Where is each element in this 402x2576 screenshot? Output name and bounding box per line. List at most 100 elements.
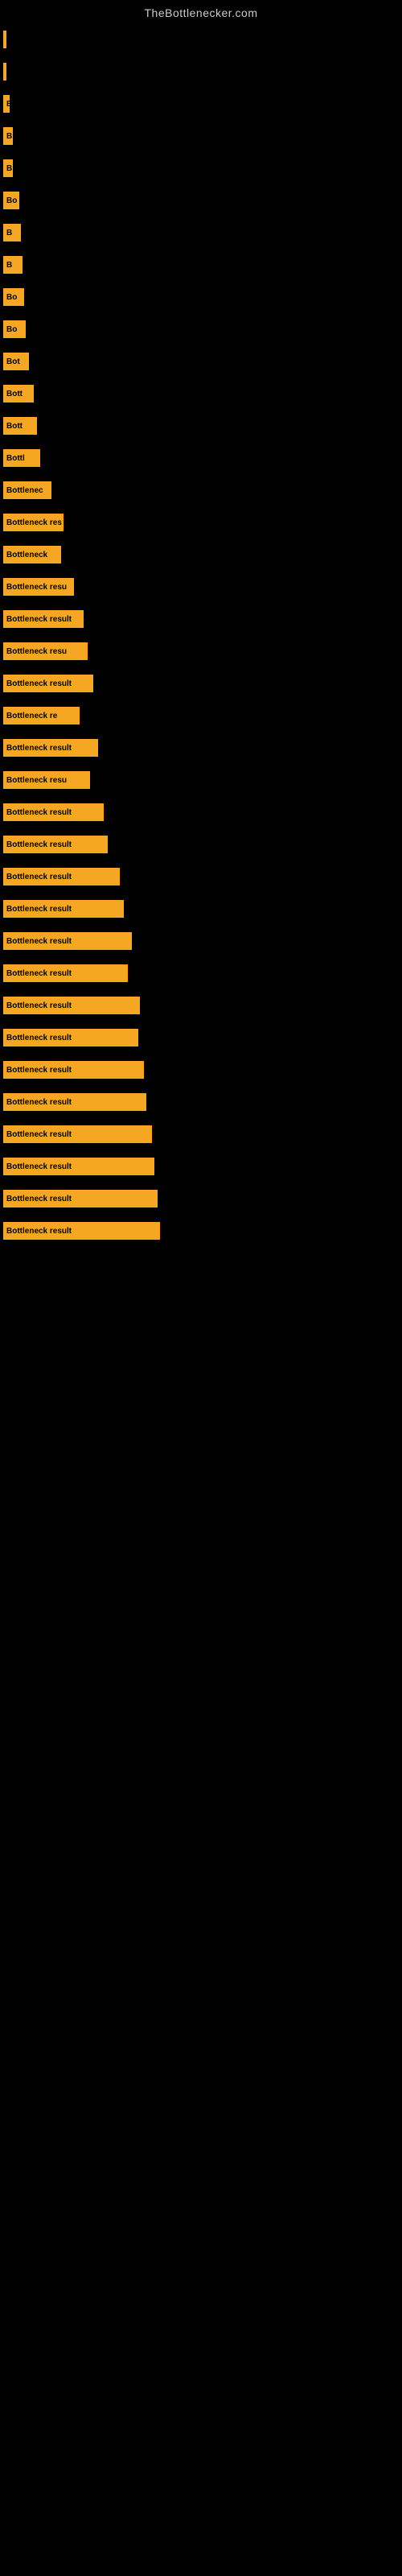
bar-row: Bottleneck result bbox=[0, 803, 402, 821]
bar: Bottleneck result bbox=[3, 1158, 154, 1175]
bar-row: Bottleneck result bbox=[0, 1222, 402, 1240]
bar-label: Bottlenec bbox=[6, 486, 43, 495]
bar bbox=[3, 31, 6, 48]
bar-label: B bbox=[6, 164, 12, 173]
bar-row: Bottleneck res bbox=[0, 514, 402, 531]
bar: B bbox=[3, 256, 23, 274]
bar-row: Bottleneck result bbox=[0, 1158, 402, 1175]
bar-row: Bott bbox=[0, 417, 402, 435]
bar-row: Bottleneck result bbox=[0, 932, 402, 950]
bar-row bbox=[0, 63, 402, 80]
bar-row: Bottleneck result bbox=[0, 1125, 402, 1143]
bar: Bottleneck bbox=[3, 546, 61, 564]
bar-row: Bottleneck result bbox=[0, 964, 402, 982]
bar: Bottleneck resu bbox=[3, 578, 74, 596]
bar: Bottleneck result bbox=[3, 1125, 152, 1143]
bar-label: Bottleneck result bbox=[6, 679, 72, 688]
bar-row: Bottleneck result bbox=[0, 675, 402, 692]
bar-row: Bottleneck resu bbox=[0, 642, 402, 660]
bar-row bbox=[0, 31, 402, 48]
bar-row: Bottleneck result bbox=[0, 1190, 402, 1208]
bar-label: Bottleneck result bbox=[6, 969, 72, 978]
bar-row: Bo bbox=[0, 192, 402, 209]
bar-label: Bo bbox=[6, 293, 17, 302]
bar-label: Bottleneck result bbox=[6, 937, 72, 946]
bar-label: Bottleneck result bbox=[6, 905, 72, 914]
bar-label: Bottleneck bbox=[6, 551, 47, 559]
bar-label: Bottleneck result bbox=[6, 1227, 72, 1236]
bar: Bottleneck re bbox=[3, 707, 80, 724]
bar-row: Bottleneck result bbox=[0, 1029, 402, 1046]
bar-row: Bottleneck result bbox=[0, 997, 402, 1014]
bar-label: B bbox=[6, 100, 10, 109]
bar: Bottleneck result bbox=[3, 932, 132, 950]
bar-label: Bottleneck result bbox=[6, 744, 72, 753]
bar-row: B bbox=[0, 256, 402, 274]
bar: Bot bbox=[3, 353, 29, 370]
bar-label: B bbox=[6, 132, 12, 141]
bar-row: Bo bbox=[0, 320, 402, 338]
bar: Bottleneck result bbox=[3, 739, 98, 757]
bar-label: Bo bbox=[6, 196, 17, 205]
bar-row: B bbox=[0, 127, 402, 145]
site-title: TheBottlenecker.com bbox=[0, 0, 402, 23]
bar: Bottleneck result bbox=[3, 997, 140, 1014]
bar-row: Bottleneck re bbox=[0, 707, 402, 724]
bar: Bo bbox=[3, 288, 24, 306]
bar-row: Bottleneck resu bbox=[0, 771, 402, 789]
bar-label: Bottleneck res bbox=[6, 518, 62, 527]
bar: Bo bbox=[3, 192, 19, 209]
bar-row: B bbox=[0, 224, 402, 242]
bar-label: Bottleneck result bbox=[6, 1034, 72, 1042]
bar-row: Bottleneck result bbox=[0, 1093, 402, 1111]
bar: B bbox=[3, 95, 10, 113]
bar-label: Bottleneck result bbox=[6, 1001, 72, 1010]
bar: Bottleneck result bbox=[3, 836, 108, 853]
bar-label: Bottleneck result bbox=[6, 1098, 72, 1107]
bar-label: Bottleneck result bbox=[6, 1195, 72, 1203]
bar: Bottl bbox=[3, 449, 40, 467]
bar-row: Bottleneck bbox=[0, 546, 402, 564]
bar-label: Bottleneck result bbox=[6, 873, 72, 881]
bar: Bottleneck result bbox=[3, 964, 128, 982]
bar-label: Bottleneck result bbox=[6, 840, 72, 849]
bar: Bottleneck result bbox=[3, 803, 104, 821]
bar-row: Bottleneck result bbox=[0, 868, 402, 886]
bar-label: Bottleneck result bbox=[6, 1162, 72, 1171]
bar: B bbox=[3, 159, 13, 177]
bar-label: Bottleneck resu bbox=[6, 647, 67, 656]
bar: Bottleneck result bbox=[3, 610, 84, 628]
bar-label: Bott bbox=[6, 422, 23, 431]
bar: Bott bbox=[3, 417, 37, 435]
bar: Bottleneck result bbox=[3, 868, 120, 886]
bar-label: B bbox=[6, 261, 12, 270]
bars-container: B B B Bo B B Bo Bo Bot Bott Bott Bottl Bottlenec Bott… bbox=[0, 23, 402, 1262]
bar-label: Bottl bbox=[6, 454, 25, 463]
bar-row: B bbox=[0, 95, 402, 113]
bar-row: Bot bbox=[0, 353, 402, 370]
bar-row: Bottleneck resu bbox=[0, 578, 402, 596]
bar: B bbox=[3, 127, 13, 145]
bar-label: Bottleneck resu bbox=[6, 776, 67, 785]
bar: Bottleneck res bbox=[3, 514, 64, 531]
bar-row: Bottleneck result bbox=[0, 739, 402, 757]
bar-label: Bottleneck resu bbox=[6, 583, 67, 592]
bar-label: Bot bbox=[6, 357, 20, 366]
bar-row: Bottlenec bbox=[0, 481, 402, 499]
bar-label: B bbox=[6, 229, 12, 237]
bar bbox=[3, 63, 6, 80]
bar-row: Bottl bbox=[0, 449, 402, 467]
bar: Bottleneck resu bbox=[3, 771, 90, 789]
bar: Bottleneck result bbox=[3, 1029, 138, 1046]
bar-label: Bott bbox=[6, 390, 23, 398]
bar-row: Bottleneck result bbox=[0, 1061, 402, 1079]
bar-label: Bottleneck result bbox=[6, 1130, 72, 1139]
bar-row: Bottleneck result bbox=[0, 900, 402, 918]
bar: Bottleneck result bbox=[3, 1222, 160, 1240]
bar-row: Bottleneck result bbox=[0, 610, 402, 628]
bar-label: Bottleneck result bbox=[6, 1066, 72, 1075]
bar: Bottleneck result bbox=[3, 675, 93, 692]
bar-row: Bo bbox=[0, 288, 402, 306]
bar: Bottleneck result bbox=[3, 900, 124, 918]
bar-row: Bottleneck result bbox=[0, 836, 402, 853]
